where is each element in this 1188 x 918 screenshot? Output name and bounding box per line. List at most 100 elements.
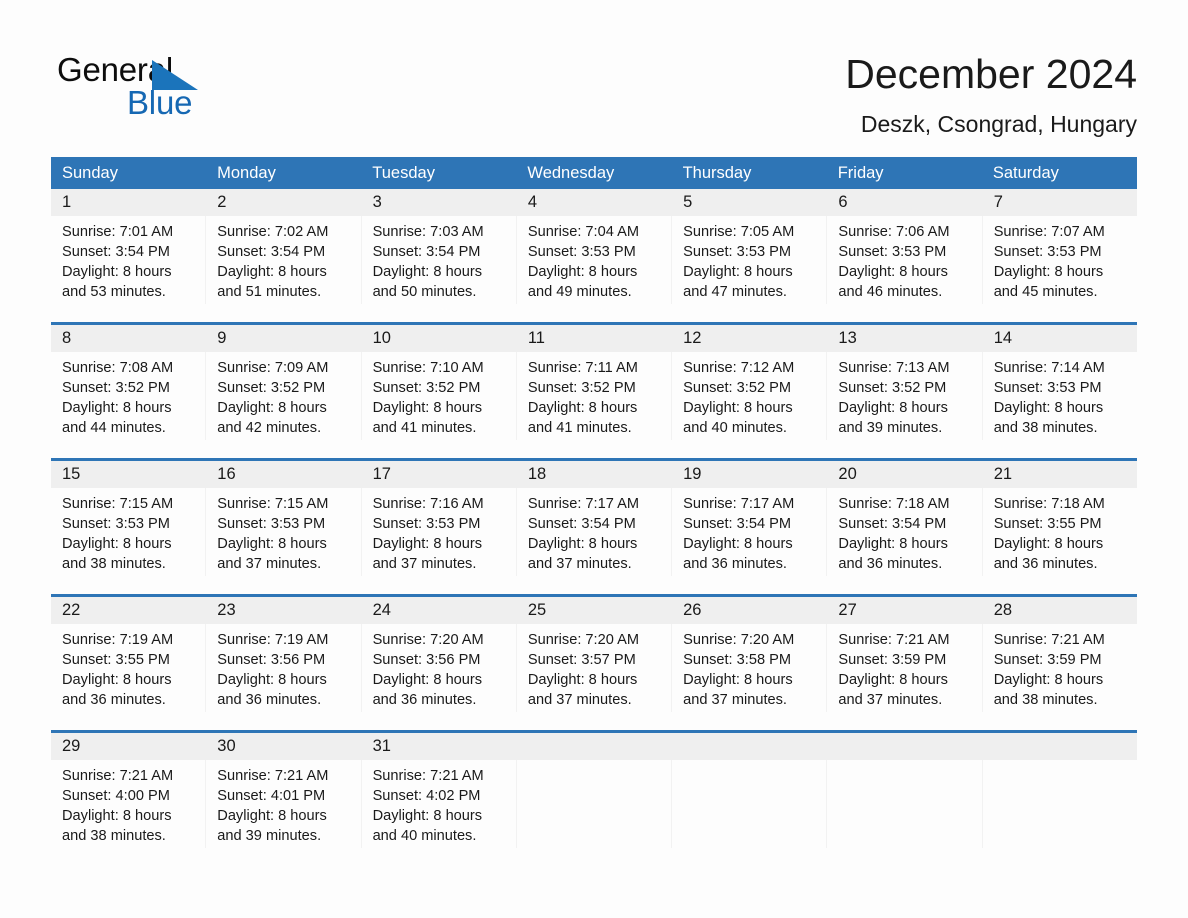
daylight-text: Daylight: 8 hours and 39 minutes. [217, 808, 327, 844]
day-number[interactable]: 26 [672, 597, 828, 624]
day-cell[interactable]: Sunrise: 7:21 AM Sunset: 4:00 PM Daylight:… [51, 760, 207, 848]
day-cell[interactable]: Sunrise: 7:05 AM Sunset: 3:53 PM Daylight:… [672, 216, 828, 304]
day-cell[interactable]: Sunrise: 7:12 AM Sunset: 3:52 PM Daylight:… [672, 352, 828, 440]
day-number[interactable]: 19 [672, 461, 828, 488]
day-cell[interactable]: Sunrise: 7:09 AM Sunset: 3:52 PM Daylight:… [206, 352, 362, 440]
day-number[interactable]: 25 [517, 597, 673, 624]
sunrise-text: Sunrise: 7:13 AM [838, 360, 950, 376]
day-number[interactable]: 30 [206, 733, 362, 760]
day-number[interactable]: 18 [517, 461, 673, 488]
day-cell[interactable]: Sunrise: 7:20 AM Sunset: 3:58 PM Daylight:… [672, 624, 828, 712]
week-spacer [51, 304, 1137, 322]
day-number[interactable]: 12 [672, 325, 828, 352]
day-number[interactable]: 9 [206, 325, 362, 352]
day-cell[interactable]: Sunrise: 7:14 AM Sunset: 3:53 PM Daylight:… [983, 352, 1137, 440]
day-number[interactable]: 15 [51, 461, 207, 488]
sunrise-text: Sunrise: 7:06 AM [838, 224, 950, 240]
day-number[interactable]: 31 [362, 733, 517, 760]
day-cell[interactable]: Sunrise: 7:21 AM Sunset: 3:59 PM Daylight:… [827, 624, 983, 712]
sunset-text: Sunset: 3:54 PM [683, 516, 792, 532]
day-number[interactable]: 1 [51, 189, 207, 216]
calendar-weeks: 1 2 3 4 5 6 7 Sunrise: 7:01 AM Sunset: 3:54 PM Da… [51, 189, 1137, 848]
date-number-band: 22 23 24 25 26 27 28 [51, 597, 1137, 624]
day-cell[interactable]: Sunrise: 7:02 AM Sunset: 3:54 PM Daylight:… [206, 216, 362, 304]
sunset-text: Sunset: 3:53 PM [527, 244, 636, 260]
day-number[interactable]: 3 [362, 189, 517, 216]
day-cell[interactable]: Sunrise: 7:20 AM Sunset: 3:57 PM Daylight:… [517, 624, 673, 712]
sunset-text: Sunset: 3:53 PM [62, 516, 170, 532]
day-cell[interactable]: Sunrise: 7:08 AM Sunset: 3:52 PM Daylight:… [51, 352, 207, 440]
day-number[interactable]: 23 [206, 597, 362, 624]
day-cell[interactable]: Sunrise: 7:15 AM Sunset: 3:53 PM Daylight:… [51, 488, 207, 576]
day-number[interactable]: 20 [827, 461, 983, 488]
day-number[interactable]: 6 [827, 189, 983, 216]
day-cell[interactable]: Sunrise: 7:21 AM Sunset: 3:59 PM Daylight:… [983, 624, 1137, 712]
calendar-week-row: 8 9 10 11 12 13 14 Sunrise: 7:08 AM Sunset: 3:52… [51, 322, 1137, 440]
brand-logo[interactable]: General Blue [57, 52, 287, 124]
day-cell[interactable]: Sunrise: 7:21 AM Sunset: 4:01 PM Daylight:… [206, 760, 362, 848]
sunset-text: Sunset: 3:59 PM [838, 652, 947, 668]
sunrise-text: Sunrise: 7:20 AM [527, 632, 639, 648]
day-number[interactable]: 14 [983, 325, 1137, 352]
day-cell[interactable]: Sunrise: 7:18 AM Sunset: 3:55 PM Daylight:… [983, 488, 1137, 576]
sunrise-text: Sunrise: 7:03 AM [372, 224, 484, 240]
day-cell[interactable]: Sunrise: 7:20 AM Sunset: 3:56 PM Daylight:… [362, 624, 517, 712]
day-number[interactable]: 28 [983, 597, 1137, 624]
daylight-text: Daylight: 8 hours and 38 minutes. [62, 808, 172, 844]
daylight-text: Daylight: 8 hours and 36 minutes. [62, 672, 172, 708]
day-cell[interactable]: Sunrise: 7:11 AM Sunset: 3:52 PM Daylight:… [517, 352, 673, 440]
day-number[interactable]: 17 [362, 461, 517, 488]
daylight-text: Daylight: 8 hours and 36 minutes. [838, 536, 948, 572]
day-detail-band: Sunrise: 7:21 AM Sunset: 4:00 PM Daylight:… [51, 760, 1137, 848]
day-number[interactable]: 16 [206, 461, 362, 488]
day-cell[interactable]: Sunrise: 7:07 AM Sunset: 3:53 PM Daylight:… [983, 216, 1137, 304]
day-cell[interactable]: Sunrise: 7:03 AM Sunset: 3:54 PM Daylight:… [362, 216, 517, 304]
day-number[interactable]: 2 [206, 189, 362, 216]
day-cell[interactable]: Sunrise: 7:13 AM Sunset: 3:52 PM Daylight:… [827, 352, 983, 440]
day-number-empty [983, 733, 1137, 760]
day-cell[interactable]: Sunrise: 7:21 AM Sunset: 4:02 PM Daylight:… [362, 760, 517, 848]
day-cell[interactable]: Sunrise: 7:19 AM Sunset: 3:55 PM Daylight:… [51, 624, 207, 712]
day-number[interactable]: 11 [517, 325, 673, 352]
day-number[interactable]: 27 [827, 597, 983, 624]
day-number[interactable]: 29 [51, 733, 207, 760]
sunset-text: Sunset: 3:52 PM [527, 380, 636, 396]
week-spacer [51, 440, 1137, 458]
day-number[interactable]: 5 [672, 189, 828, 216]
day-cell[interactable]: Sunrise: 7:17 AM Sunset: 3:54 PM Daylight:… [517, 488, 673, 576]
day-number[interactable]: 7 [983, 189, 1137, 216]
date-number-band: 1234567 [51, 189, 1137, 216]
daylight-text: Daylight: 8 hours and 53 minutes. [62, 264, 172, 300]
day-cell[interactable]: Sunrise: 7:19 AM Sunset: 3:56 PM Daylight:… [206, 624, 362, 712]
sunrise-text: Sunrise: 7:18 AM [838, 496, 950, 512]
day-number[interactable]: 22 [51, 597, 207, 624]
day-cell[interactable]: Sunrise: 7:10 AM Sunset: 3:52 PM Daylight:… [362, 352, 517, 440]
day-cell-empty [827, 760, 983, 848]
daylight-text: Daylight: 8 hours and 38 minutes. [993, 672, 1104, 708]
day-cell[interactable]: Sunrise: 7:15 AM Sunset: 3:53 PM Daylight:… [206, 488, 362, 576]
day-number[interactable]: 8 [51, 325, 207, 352]
day-cell[interactable]: Sunrise: 7:18 AM Sunset: 3:54 PM Daylight:… [827, 488, 983, 576]
day-cell[interactable]: Sunrise: 7:16 AM Sunset: 3:53 PM Daylight:… [362, 488, 517, 576]
sunset-text: Sunset: 3:52 PM [838, 380, 947, 396]
sunrise-text: Sunrise: 7:17 AM [527, 496, 639, 512]
weekday-header-row: Sunday Monday Tuesday Wednesday Thursday Frid… [51, 157, 1137, 189]
day-cell[interactable]: Sunrise: 7:06 AM Sunset: 3:53 PM Daylight:… [827, 216, 983, 304]
sunrise-text: Sunrise: 7:20 AM [683, 632, 795, 648]
day-number[interactable]: 10 [362, 325, 517, 352]
date-number-band: 29 30 31 [51, 733, 1137, 760]
day-cell[interactable]: Sunrise: 7:04 AM Sunset: 3:53 PM Daylight:… [517, 216, 673, 304]
daylight-text: Daylight: 8 hours and 36 minutes. [217, 672, 327, 708]
day-number[interactable]: 4 [517, 189, 673, 216]
daylight-text: Daylight: 8 hours and 37 minutes. [372, 536, 483, 572]
day-number-empty [827, 733, 983, 760]
day-number[interactable]: 21 [983, 461, 1137, 488]
day-number[interactable]: 13 [827, 325, 983, 352]
day-cell[interactable]: Sunrise: 7:17 AM Sunset: 3:54 PM Daylight:… [672, 488, 828, 576]
sunset-text: Sunset: 3:59 PM [993, 652, 1102, 668]
sunset-text: Sunset: 3:54 PM [217, 244, 326, 260]
sunset-text: Sunset: 3:53 PM [683, 244, 792, 260]
calendar-week-row: 29 30 31 Sunrise: 7:21 AM Sunset: 4:00 PM Day… [51, 730, 1137, 848]
day-number[interactable]: 24 [362, 597, 517, 624]
day-cell[interactable]: Sunrise: 7:01 AM Sunset: 3:54 PM Daylight:… [51, 216, 207, 304]
